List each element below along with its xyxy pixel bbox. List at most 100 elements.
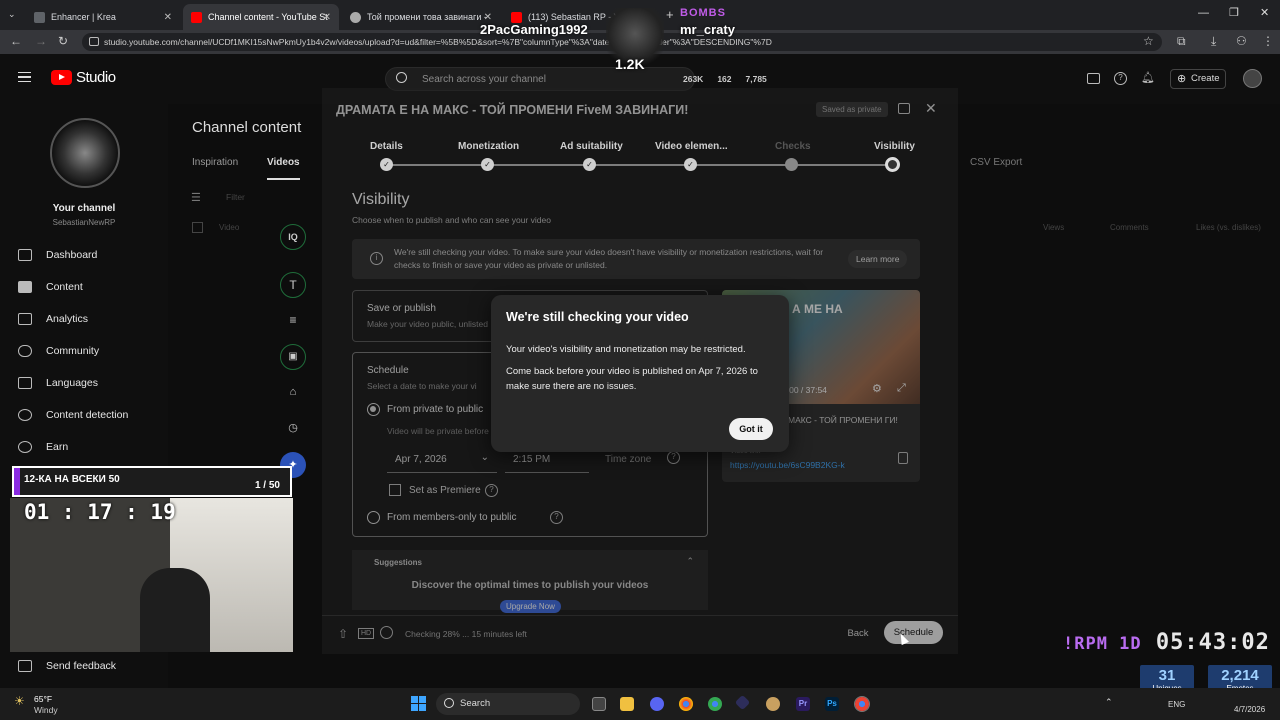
start-windows-icon[interactable] bbox=[411, 696, 426, 711]
photoshop-icon[interactable]: Ps bbox=[825, 697, 839, 711]
youtube-logo-icon[interactable] bbox=[51, 70, 72, 85]
sidebar-item-label: Languages bbox=[46, 377, 98, 389]
tag-icon[interactable]: ⌂ bbox=[280, 380, 306, 406]
help-icon[interactable]: ? bbox=[1114, 72, 1127, 85]
notifications-bell-icon[interactable]: 🔔︎ bbox=[1141, 71, 1155, 84]
members-only-help-icon[interactable]: ? bbox=[550, 511, 563, 524]
counter-progress bbox=[14, 468, 20, 495]
chrome-icon[interactable] bbox=[679, 697, 693, 711]
fullscreen-icon[interactable]: ⤢ bbox=[897, 382, 906, 395]
minimize-icon[interactable]: — bbox=[1198, 7, 1209, 19]
taskbar-search[interactable]: Search bbox=[436, 693, 580, 715]
profile-icon[interactable]: ⚇ bbox=[1236, 34, 1247, 48]
premiere-help-icon[interactable]: ? bbox=[485, 484, 498, 497]
taskbar-date[interactable]: 4/7/2026 bbox=[1234, 705, 1265, 714]
window-close-icon[interactable]: ✕ bbox=[1260, 6, 1269, 19]
sidebar-item-label: Send feedback bbox=[46, 660, 117, 672]
tab-list-icon[interactable]: ⌄ bbox=[8, 9, 16, 20]
close-tab-icon[interactable]: ✕ bbox=[323, 12, 331, 23]
account-avatar[interactable] bbox=[1243, 69, 1262, 88]
private-to-public-radio[interactable] bbox=[367, 403, 380, 416]
suggestions-collapse-icon[interactable]: ⌃ bbox=[686, 556, 694, 567]
step-details[interactable]: Details bbox=[370, 141, 403, 152]
weather-temp[interactable]: 65°F bbox=[34, 694, 52, 704]
description-icon[interactable]: ≡ bbox=[280, 308, 306, 334]
date-picker[interactable]: Apr 7, 2026 ⌄ bbox=[387, 445, 497, 473]
members-only-radio[interactable] bbox=[367, 511, 380, 524]
sidebar-item-label: Dashboard bbox=[46, 249, 98, 261]
col-video: Video bbox=[219, 223, 240, 232]
video-settings-icon[interactable]: ⚙ bbox=[872, 382, 882, 395]
step-video-elements[interactable]: Video elemen... bbox=[655, 141, 728, 152]
close-tab-icon[interactable]: ✕ bbox=[164, 12, 172, 23]
feedback-icon[interactable] bbox=[1087, 73, 1100, 84]
clock-icon[interactable]: ◷ bbox=[280, 416, 306, 442]
sidebar-item-dashboard[interactable]: Dashboard bbox=[18, 249, 97, 261]
filter-label[interactable]: Filter bbox=[226, 192, 245, 202]
iq-icon[interactable]: IQ bbox=[280, 224, 306, 250]
tab-enhancer[interactable]: Enhancer | Krea ✕ bbox=[26, 4, 180, 30]
chrome-profile-icon[interactable] bbox=[708, 697, 722, 711]
close-tab-icon[interactable]: ✕ bbox=[484, 12, 492, 23]
browser-menu-icon[interactable]: ⋮ bbox=[1262, 34, 1274, 48]
sidebar-item-label: Earn bbox=[46, 441, 69, 453]
filter-icon[interactable]: ☰ bbox=[191, 191, 201, 204]
report-icon[interactable] bbox=[898, 103, 910, 114]
avatar-app-icon[interactable] bbox=[766, 697, 780, 711]
sidebar-item-content[interactable]: Content bbox=[18, 281, 168, 293]
thumbnail-tool-icon[interactable]: ▣ bbox=[280, 344, 306, 370]
language-indicator[interactable]: ENG bbox=[1168, 700, 1185, 709]
csv-export-button[interactable]: CSV Export bbox=[970, 157, 1022, 168]
premiere-checkbox[interactable] bbox=[389, 484, 401, 496]
sidebar-item-languages[interactable]: Languages bbox=[18, 377, 98, 389]
youtube-favicon-icon bbox=[511, 11, 522, 23]
tab-videos[interactable]: Videos bbox=[267, 157, 300, 180]
weather-icon[interactable]: ☀ bbox=[14, 694, 25, 708]
discord-icon[interactable] bbox=[650, 697, 664, 711]
copy-link-icon[interactable] bbox=[898, 452, 908, 464]
video-link[interactable]: https://youtu.be/6sC99B2KG-k bbox=[730, 460, 845, 470]
sidebar-item-analytics[interactable]: Analytics bbox=[18, 313, 88, 325]
create-button[interactable]: ⊕ Create bbox=[1170, 69, 1226, 89]
stats-bar: 263K 162 7,785 bbox=[683, 74, 767, 84]
extensions-icon[interactable]: ⧉ bbox=[1177, 34, 1186, 49]
stat-subscribers: 7,785 bbox=[745, 74, 767, 84]
chrome-active-icon[interactable] bbox=[854, 696, 870, 712]
download-icon[interactable]: ⤓ bbox=[1211, 34, 1216, 49]
sidebar-item-earn[interactable]: Earn bbox=[18, 441, 68, 453]
reload-icon[interactable]: ↻ bbox=[58, 34, 68, 48]
learn-more-button[interactable]: Learn more bbox=[848, 250, 908, 268]
schedule-button[interactable]: Schedule bbox=[884, 621, 943, 644]
got-it-button[interactable]: Got it bbox=[729, 418, 773, 440]
schedule-subtitle: Select a date to make your vi bbox=[367, 381, 477, 391]
bookmark-star-icon[interactable]: ☆ bbox=[1143, 34, 1154, 48]
upgrade-now-button[interactable]: Upgrade Now bbox=[500, 600, 561, 613]
tab-video-title[interactable]: Той промени това завинаги - ✕ bbox=[342, 4, 500, 30]
tab-inspiration[interactable]: Inspiration bbox=[192, 157, 238, 168]
task-view-icon[interactable] bbox=[592, 697, 606, 711]
maximize-icon[interactable]: ❐ bbox=[1229, 6, 1239, 19]
close-dialog-icon[interactable]: ✕ bbox=[925, 100, 937, 117]
hamburger-menu-icon[interactable] bbox=[18, 72, 31, 82]
text-tool-icon[interactable]: T bbox=[280, 272, 306, 298]
premiere-pro-icon[interactable]: Pr bbox=[796, 697, 810, 711]
step-monetization[interactable]: Monetization bbox=[458, 141, 519, 152]
weather-desc: Windy bbox=[34, 705, 58, 715]
step-visibility[interactable]: Visibility bbox=[874, 141, 915, 152]
select-all-checkbox[interactable] bbox=[192, 222, 203, 233]
tray-expand-icon[interactable]: ⌃ bbox=[1105, 697, 1113, 708]
back-button[interactable]: Back bbox=[838, 623, 878, 645]
channel-avatar[interactable] bbox=[50, 118, 120, 188]
sidebar-send-feedback[interactable]: Send feedback bbox=[18, 660, 116, 672]
back-arrow-icon[interactable]: ← bbox=[10, 34, 22, 48]
forward-arrow-icon[interactable]: → bbox=[35, 34, 47, 48]
site-info-icon[interactable] bbox=[89, 37, 99, 46]
sidebar-item-content-detection[interactable]: Content detection bbox=[18, 409, 128, 421]
new-tab-icon[interactable]: + bbox=[666, 7, 674, 22]
time-zone-help-icon[interactable]: ? bbox=[667, 451, 680, 464]
sidebar-item-community[interactable]: Community bbox=[18, 345, 99, 357]
file-explorer-icon[interactable] bbox=[620, 697, 634, 711]
step-ad-suitability[interactable]: Ad suitability bbox=[560, 141, 623, 152]
step-checks[interactable]: Checks bbox=[775, 141, 811, 152]
tab-channel-content[interactable]: Channel content - YouTube Stu ✕ bbox=[183, 4, 339, 30]
